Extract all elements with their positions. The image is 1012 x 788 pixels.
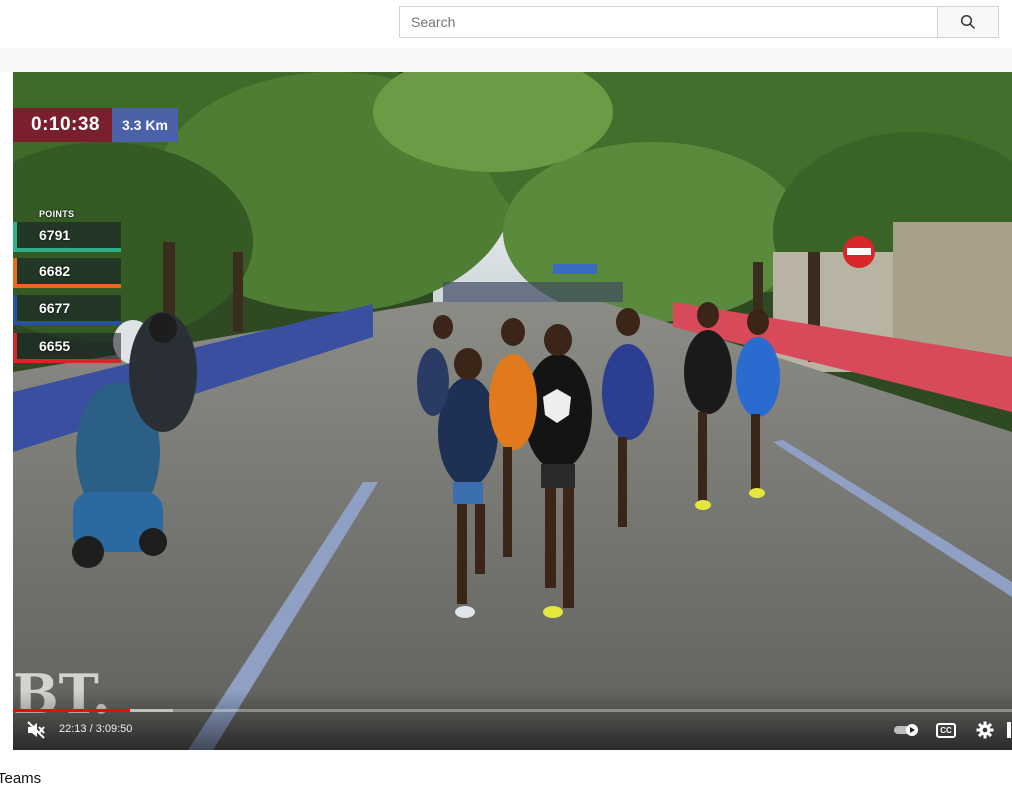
masthead-divider	[0, 48, 1012, 72]
standings-row: 6655	[13, 333, 121, 363]
progress-bar[interactable]	[13, 709, 1012, 712]
points-heading: POINTS	[39, 209, 75, 219]
captions-button[interactable]: CC	[933, 719, 959, 741]
search-button[interactable]	[937, 7, 998, 37]
played-bar	[13, 709, 130, 712]
standings-points: 6655	[39, 338, 71, 354]
mute-button[interactable]	[23, 717, 49, 743]
standings-row: 6791	[13, 222, 121, 252]
standings-points: 6682	[39, 263, 71, 279]
search-icon	[960, 14, 976, 30]
standings-row: 6682	[13, 258, 121, 288]
standings-points: 6677	[39, 300, 71, 316]
gear-icon	[976, 721, 994, 739]
autoplay-toggle[interactable]	[892, 720, 922, 740]
settings-button[interactable]	[973, 719, 997, 741]
search-input[interactable]	[400, 7, 937, 37]
controls-gradient	[13, 690, 1012, 750]
fullscreen-button[interactable]	[1005, 720, 1012, 740]
team-color-bar	[13, 248, 121, 252]
race-clock: 0:10:38 3.3 Km	[13, 108, 178, 142]
elapsed-time: 0:10:38	[13, 108, 112, 142]
fullscreen-icon	[1007, 722, 1011, 738]
autoplay-toggle-icon	[894, 724, 918, 736]
time-display: 22:13 / 3:09:50	[59, 723, 133, 735]
volume-muted-icon	[27, 721, 45, 739]
distance-marker: 3.3 Km	[112, 108, 178, 142]
captions-icon: CC	[936, 722, 956, 738]
standings-points: 6791	[39, 227, 71, 243]
video-title-fragment: Teams	[0, 770, 41, 787]
team-color-bar	[13, 321, 121, 325]
title-text: Teams	[0, 770, 42, 787]
captions-label: CC	[940, 725, 952, 735]
standings-row: 6677	[13, 295, 121, 325]
team-color-bar	[13, 284, 121, 288]
search-bar	[399, 6, 999, 38]
video-player[interactable]: 0:10:38 3.3 Km POINTS 6791 6682 6677 665…	[13, 72, 1012, 750]
video-frame	[13, 72, 1012, 750]
team-color-bar	[13, 359, 121, 363]
